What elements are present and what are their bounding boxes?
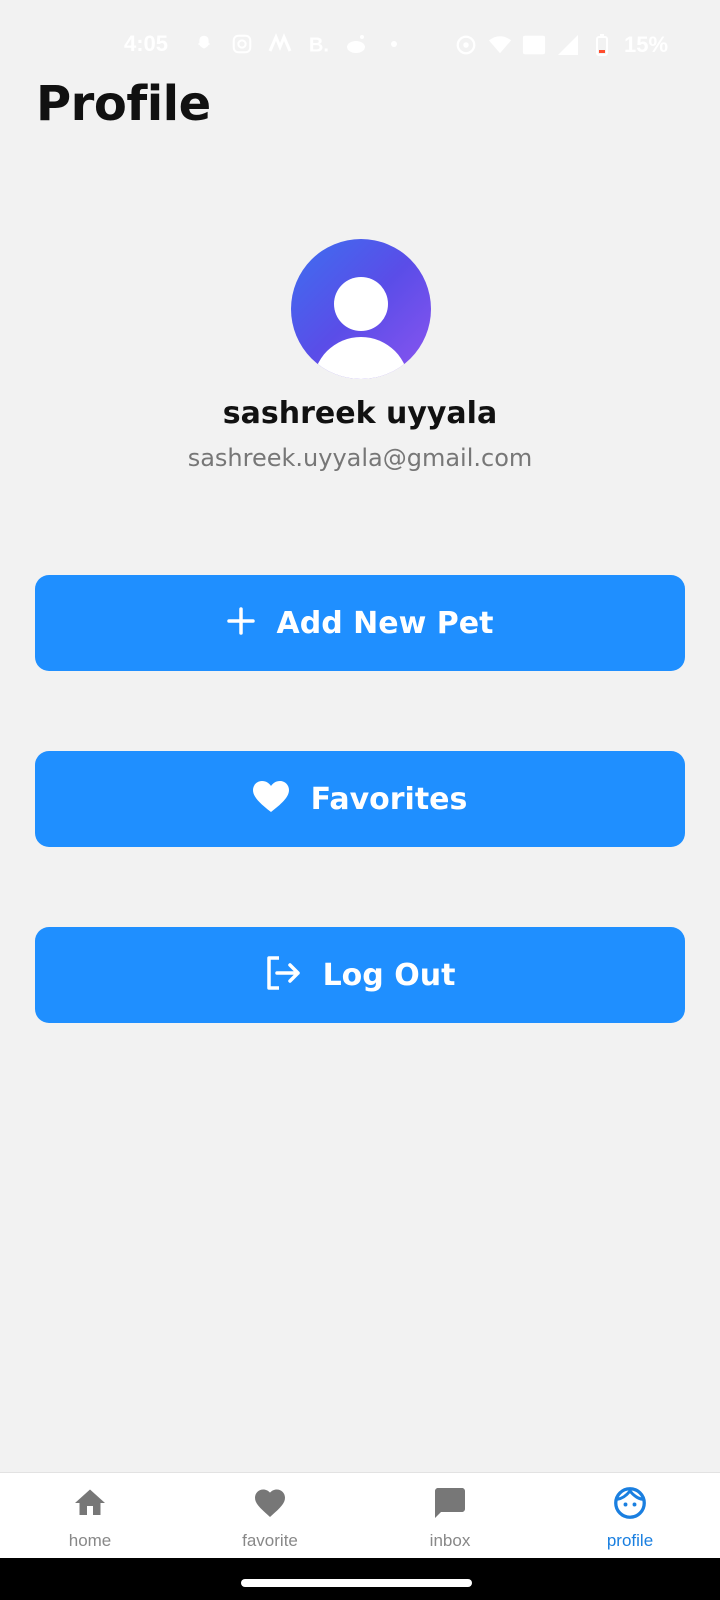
user-name: sashreek uyyala bbox=[222, 396, 498, 431]
nav-label-profile: profile bbox=[606, 1531, 654, 1550]
hotspot-icon bbox=[454, 33, 478, 57]
nav-item-home[interactable]: home bbox=[0, 1473, 180, 1558]
notification-icons: B. bbox=[192, 32, 406, 56]
add-new-pet-label: Add New Pet bbox=[276, 605, 494, 641]
nav-label-favorite: favorite bbox=[242, 1531, 298, 1550]
avatar-head-icon bbox=[334, 277, 388, 331]
instagram-icon bbox=[230, 32, 254, 56]
snapchat-icon bbox=[192, 32, 216, 56]
battery-icon bbox=[590, 33, 614, 57]
paytm-icon bbox=[268, 32, 292, 56]
reddit-icon bbox=[344, 32, 368, 56]
bottom-navigation: home favorite inbox profile bbox=[0, 1472, 720, 1558]
home-gesture-bar[interactable] bbox=[241, 1579, 472, 1587]
page-title: Profile bbox=[36, 76, 211, 132]
avatar-body-icon bbox=[313, 337, 409, 379]
wifi-icon bbox=[488, 33, 512, 57]
logout-icon bbox=[265, 956, 301, 994]
chat-icon bbox=[432, 1485, 468, 1525]
home-icon bbox=[72, 1485, 108, 1525]
signal-icon bbox=[556, 33, 580, 57]
favorites-button[interactable]: Favorites bbox=[35, 751, 685, 847]
nav-label-home: home bbox=[68, 1531, 112, 1550]
avatar bbox=[291, 239, 431, 379]
heart-icon bbox=[252, 781, 289, 817]
user-email: sashreek.uyyala@gmail.com bbox=[187, 444, 533, 472]
nav-item-favorite[interactable]: favorite bbox=[180, 1473, 360, 1558]
nav-item-profile[interactable]: profile bbox=[540, 1473, 720, 1558]
log-out-label: Log Out bbox=[322, 957, 456, 993]
plus-icon bbox=[226, 607, 255, 639]
booking-icon: B. bbox=[306, 32, 330, 56]
log-out-button[interactable]: Log Out bbox=[35, 927, 685, 1023]
status-time: 4:05 bbox=[124, 31, 169, 56]
face-icon bbox=[612, 1485, 648, 1525]
dot-icon bbox=[382, 32, 406, 56]
battery-percent: 15% bbox=[624, 32, 669, 57]
heart-icon bbox=[252, 1485, 288, 1525]
nav-label-inbox: inbox bbox=[429, 1531, 471, 1550]
favorites-label: Favorites bbox=[310, 781, 468, 817]
system-icons: 15% bbox=[454, 32, 668, 58]
volte-icon bbox=[522, 33, 546, 57]
svg-text:B.: B. bbox=[309, 34, 329, 55]
nav-item-inbox[interactable]: inbox bbox=[360, 1473, 540, 1558]
add-new-pet-button[interactable]: Add New Pet bbox=[35, 575, 685, 671]
